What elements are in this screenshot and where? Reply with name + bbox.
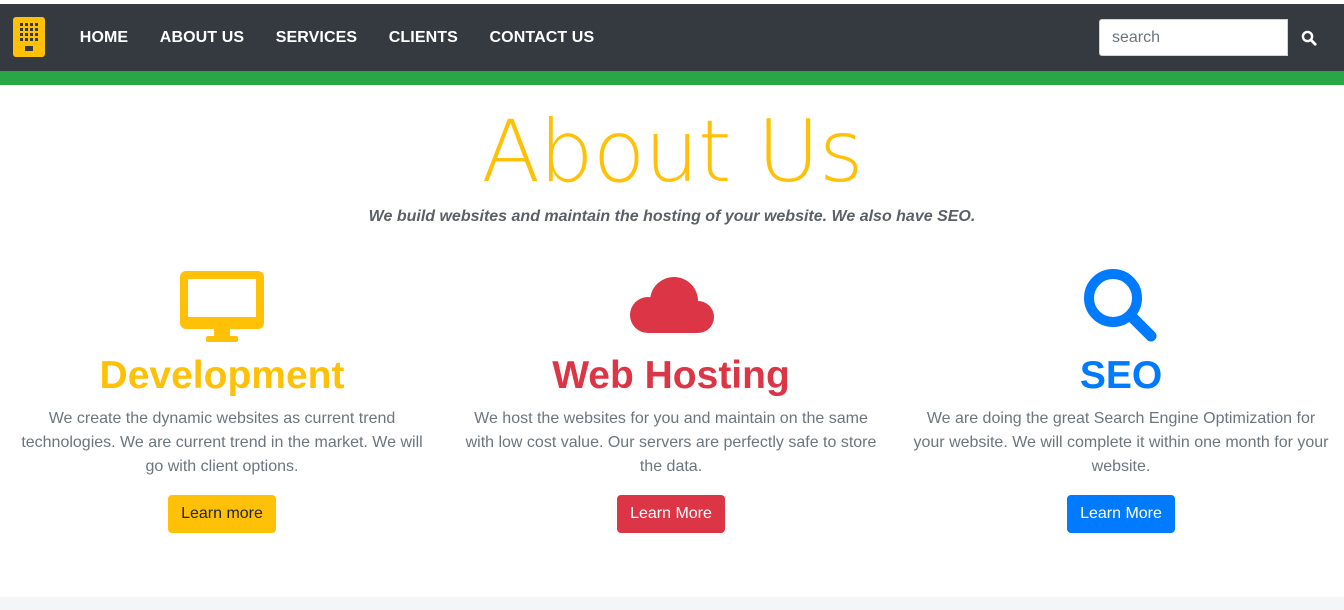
nav-about-us[interactable]: ABOUT US: [144, 29, 260, 47]
learn-more-development-button[interactable]: Learn more: [168, 495, 276, 533]
page-title: About Us: [481, 102, 863, 202]
service-seo: SEO We are doing the great Search Engine…: [911, 265, 1331, 533]
learn-more-hosting-button[interactable]: Learn More: [617, 495, 725, 533]
service-description: We create the dynamic websites as curren…: [21, 410, 423, 475]
search-icon: [1301, 30, 1317, 46]
service-title: SEO: [1079, 354, 1163, 397]
nav-services[interactable]: SERVICES: [260, 29, 373, 47]
desktop-monitor-icon: [12, 265, 432, 347]
service-title: Development: [99, 354, 345, 397]
search-input[interactable]: [1099, 19, 1288, 56]
cloud-icon: [461, 265, 881, 347]
service-title: Web Hosting: [552, 354, 790, 397]
building-logo-icon[interactable]: [13, 17, 45, 57]
accent-bar: [0, 71, 1344, 85]
service-description: We are doing the great Search Engine Opt…: [913, 410, 1329, 475]
nav-contact-us[interactable]: CONTACT US: [474, 29, 610, 47]
service-web-hosting: Web Hosting We host the websites for you…: [461, 265, 881, 533]
page-subtitle: We build websites and maintain the hosti…: [368, 208, 976, 225]
nav-links: HOME ABOUT US SERVICES CLIENTS CONTACT U…: [64, 4, 610, 71]
service-development: Development We create the dynamic websit…: [12, 265, 432, 533]
nav-clients[interactable]: CLIENTS: [373, 29, 474, 47]
search-icon: [911, 265, 1331, 347]
nav-home[interactable]: HOME: [64, 29, 144, 47]
learn-more-seo-button[interactable]: Learn More: [1067, 495, 1175, 533]
footer-strip: [0, 597, 1344, 610]
navbar: HOME ABOUT US SERVICES CLIENTS CONTACT U…: [0, 4, 1344, 71]
service-description: We host the websites for you and maintai…: [465, 410, 877, 475]
search-button[interactable]: [1289, 19, 1329, 56]
